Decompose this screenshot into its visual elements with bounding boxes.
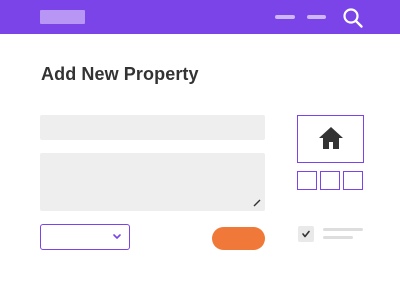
checkbox-label-line-2: [323, 236, 353, 239]
property-name-input[interactable]: [40, 115, 265, 140]
image-thumbnail-1[interactable]: [297, 171, 317, 190]
resize-handle-icon[interactable]: [253, 199, 261, 207]
top-navigation-bar: [0, 0, 400, 34]
property-description-textarea[interactable]: [40, 153, 265, 211]
checkbox-label-line-1: [323, 228, 363, 231]
search-icon: [343, 8, 363, 28]
image-thumbnail-2[interactable]: [320, 171, 340, 190]
property-image-preview[interactable]: [297, 115, 364, 163]
page-title: Add New Property: [41, 64, 199, 84]
nav-item-2[interactable]: [307, 15, 326, 19]
feature-checkbox[interactable]: [298, 226, 314, 242]
chevron-down-icon: [113, 234, 121, 239]
image-thumbnail-3[interactable]: [343, 171, 363, 190]
nav-item-1[interactable]: [275, 15, 295, 19]
property-type-select[interactable]: [40, 224, 130, 250]
search-button[interactable]: [341, 6, 365, 30]
check-icon: [302, 230, 310, 238]
logo-placeholder[interactable]: [40, 10, 85, 24]
submit-button[interactable]: [212, 227, 265, 250]
home-icon: [319, 127, 343, 149]
